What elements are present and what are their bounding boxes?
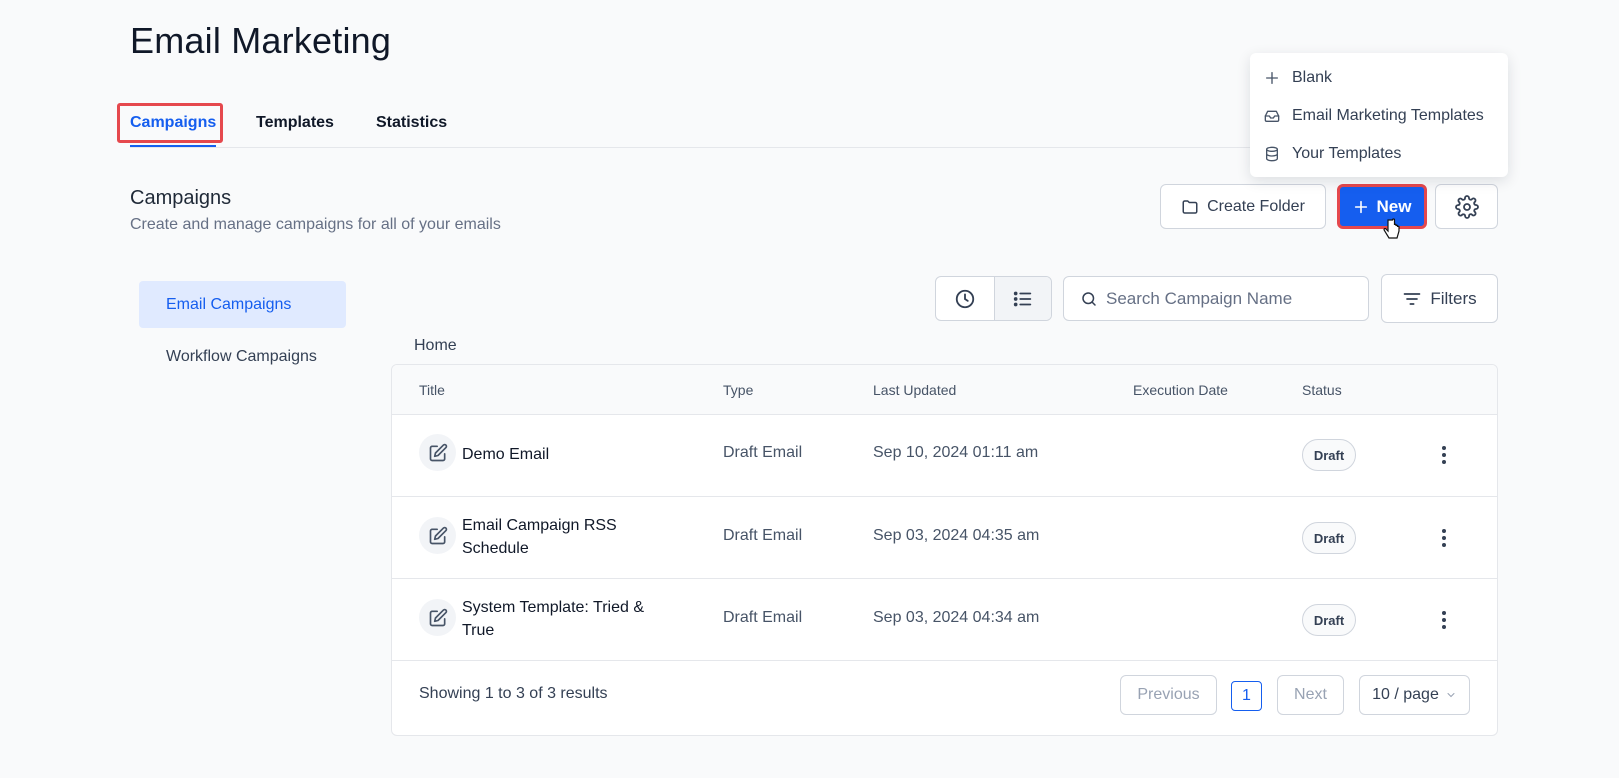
page-title: Email Marketing (130, 20, 392, 61)
filters-button[interactable]: Filters (1381, 274, 1498, 323)
status-badge: Draft (1302, 439, 1356, 471)
table-row[interactable]: System Template: Tried & True Draft Emai… (392, 579, 1497, 661)
results-summary: Showing 1 to 3 of 3 results (419, 685, 608, 702)
breadcrumb[interactable]: Home (414, 337, 457, 355)
campaign-last-updated: Sep 03, 2024 04:35 am (873, 527, 1040, 544)
gear-icon (1454, 194, 1479, 219)
column-header-status: Status (1302, 382, 1342, 398)
tab-statistics[interactable]: Statistics (376, 114, 447, 132)
section-title: Campaigns (130, 187, 232, 209)
column-header-title: Title (419, 382, 445, 398)
search-input[interactable] (1106, 288, 1366, 309)
list-view-button[interactable] (993, 277, 1051, 320)
table-header: Title Type Last Updated Execution Date S… (392, 365, 1497, 415)
menu-item-label: Your Templates (1292, 145, 1402, 162)
edit-icon (419, 599, 456, 636)
settings-button[interactable] (1435, 184, 1498, 229)
plus-icon (1266, 72, 1278, 84)
status-badge: Draft (1302, 522, 1356, 554)
database-icon (1266, 146, 1278, 162)
campaigns-table: Title Type Last Updated Execution Date S… (391, 364, 1498, 736)
page-number-button[interactable]: 1 (1231, 681, 1262, 711)
campaign-title[interactable]: Email Campaign RSS Schedule (462, 514, 672, 560)
inbox-icon (1264, 110, 1280, 122)
create-folder-label: Create Folder (1207, 197, 1305, 215)
next-page-button[interactable]: Next (1277, 675, 1344, 715)
menu-item-label: Email Marketing Templates (1292, 107, 1484, 124)
filters-label: Filters (1430, 288, 1477, 308)
row-actions-menu-icon[interactable] (1432, 606, 1456, 634)
sidebar-item-email-campaigns[interactable]: Email Campaigns (139, 281, 346, 328)
list-icon (1013, 291, 1031, 306)
tab-highlight-box (117, 103, 223, 143)
clock-icon (955, 289, 974, 308)
edit-icon (419, 517, 456, 554)
search-box (1063, 276, 1369, 321)
timeline-view-button[interactable] (936, 277, 994, 320)
campaign-title[interactable]: Demo Email (462, 443, 672, 466)
menu-item-email-marketing-templates[interactable]: Email Marketing Templates (1250, 97, 1508, 135)
page-size-value: 10 / page (1372, 686, 1439, 703)
row-actions-menu-icon[interactable] (1432, 524, 1456, 552)
section-subtitle: Create and manage campaigns for all of y… (130, 216, 501, 233)
campaign-title[interactable]: System Template: Tried & True (462, 596, 672, 642)
column-header-execution-date: Execution Date (1133, 382, 1228, 398)
status-badge: Draft (1302, 604, 1356, 636)
create-folder-button[interactable]: Create Folder (1160, 184, 1326, 229)
table-row[interactable]: Demo Email Draft Email Sep 10, 2024 01:1… (392, 415, 1497, 497)
new-button-label: New (1376, 196, 1412, 216)
filter-icon (1404, 292, 1421, 305)
active-tab-indicator (130, 145, 216, 147)
campaign-type: Draft Email (723, 609, 803, 626)
campaign-type: Draft Email (723, 444, 803, 461)
table-row[interactable]: Email Campaign RSS Schedule Draft Email … (392, 497, 1497, 579)
search-icon (1082, 291, 1096, 306)
previous-page-button[interactable]: Previous (1120, 675, 1217, 715)
campaign-last-updated: Sep 03, 2024 04:34 am (873, 609, 1040, 626)
tab-templates[interactable]: Templates (256, 114, 334, 132)
new-dropdown-menu: Blank Email Marketing Templates Your Tem… (1250, 53, 1508, 177)
column-header-type: Type (723, 382, 754, 398)
menu-item-blank[interactable]: Blank (1250, 59, 1508, 97)
sidebar-item-workflow-campaigns[interactable]: Workflow Campaigns (139, 333, 346, 380)
chevron-down-icon (1447, 693, 1455, 698)
folder-icon (1182, 199, 1198, 214)
column-header-last-updated: Last Updated (873, 382, 957, 398)
row-actions-menu-icon[interactable] (1432, 441, 1456, 469)
edit-icon (419, 434, 456, 471)
hand-cursor-icon (1383, 218, 1400, 239)
menu-item-label: Blank (1292, 69, 1333, 86)
menu-item-your-templates[interactable]: Your Templates (1250, 135, 1508, 173)
view-toggle (935, 276, 1052, 321)
plus-icon (1354, 200, 1367, 213)
page-size-select[interactable]: 10 / page (1359, 675, 1470, 715)
campaign-last-updated: Sep 10, 2024 01:11 am (873, 444, 1039, 461)
campaign-type: Draft Email (723, 527, 803, 544)
